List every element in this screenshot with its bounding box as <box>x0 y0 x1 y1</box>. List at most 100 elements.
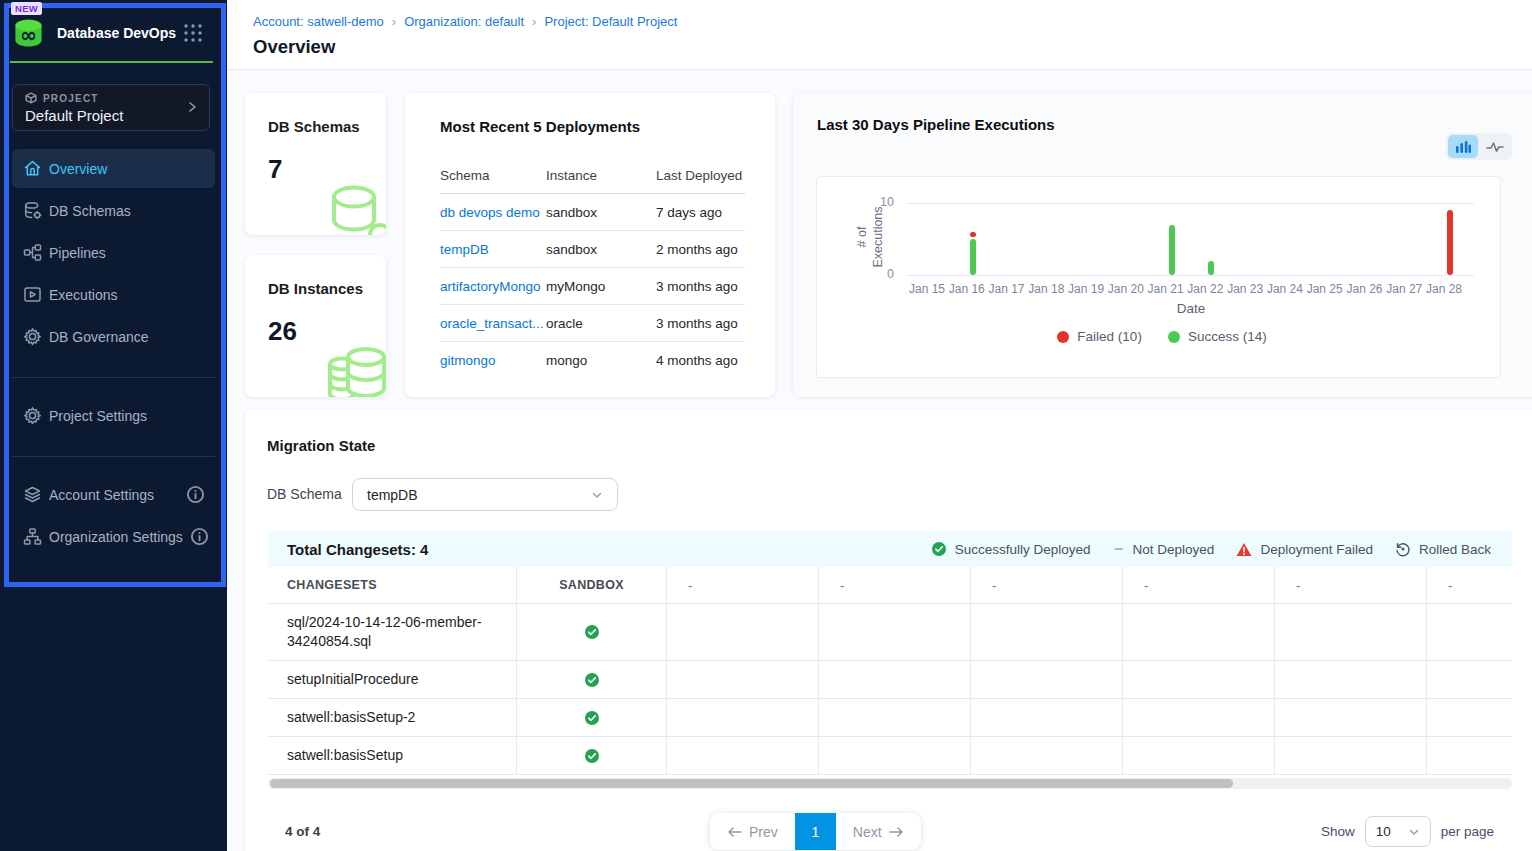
sidebar-item-db-schemas[interactable]: DB Schemas <box>12 191 215 230</box>
changeset-empty-cell <box>1123 661 1275 698</box>
changeset-name-cell: satwell:basisSetup-2 <box>268 699 517 736</box>
breadcrumb-account[interactable]: Account: satwell-demo <box>253 14 384 29</box>
sidebar-item-executions[interactable]: Executions <box>12 275 215 314</box>
changeset-name: satwell:basisSetup-2 <box>287 699 439 736</box>
page-size-select[interactable]: 10 <box>1365 816 1431 847</box>
changeset-sandbox-status-cell <box>517 661 667 698</box>
info-icon[interactable] <box>186 485 205 504</box>
deployments-col-instance: Instance <box>546 168 656 183</box>
check-circle-icon <box>584 748 600 764</box>
sidebar-item-label: Executions <box>49 287 117 303</box>
breadcrumb-separator-icon: › <box>532 14 536 29</box>
pipeline-executions-title: Last 30 Days Pipeline Executions <box>817 116 1055 133</box>
changesets-col-empty-6: - <box>1427 567 1512 603</box>
bar-success-jan-22 <box>1208 261 1214 275</box>
horizontal-scrollbar[interactable] <box>268 778 1512 789</box>
project-label: PROJECT <box>43 93 99 104</box>
warning-triangle-icon <box>1236 542 1252 557</box>
changeset-row: satwell:basisSetup <box>268 737 1512 775</box>
prev-page-button[interactable]: Prev <box>710 813 795 850</box>
pipeline-executions-card: Last 30 Days Pipeline Executions 100# of… <box>793 93 1532 397</box>
bar-chart-toggle-icon[interactable] <box>1448 135 1478 158</box>
legend-not-deployed: Not Deployed <box>1113 542 1215 557</box>
changesets-col-empty-3: - <box>971 567 1123 603</box>
sidebar-item-label: Organization Settings <box>49 529 183 545</box>
deployment-row: gitmongomongo4 months ago <box>440 342 745 379</box>
db-schema-select[interactable]: tempDB <box>352 478 618 511</box>
sidebar-item-pipelines[interactable]: Pipelines <box>12 233 215 272</box>
deployment-schema-link[interactable]: gitmongo <box>440 353 546 368</box>
breadcrumb: Account: satwell-demo › Organization: defa… <box>253 14 1532 29</box>
changeset-empty-cell <box>1427 699 1512 736</box>
y-axis-title: # of Executions <box>854 202 888 272</box>
deployment-last-deployed: 3 months ago <box>656 316 745 331</box>
apps-grid-icon[interactable] <box>184 24 202 42</box>
sidebar-item-project-settings[interactable]: Project Settings <box>12 396 215 435</box>
changeset-empty-cell <box>1275 661 1427 698</box>
legend-success-dot-icon <box>1168 331 1180 343</box>
sidebar-nav-main: OverviewDB SchemasPipelines Executions DB … <box>0 149 227 356</box>
db-schemas-count: 7 <box>268 154 386 185</box>
breadcrumb-organization[interactable]: Organization: default <box>404 14 524 29</box>
changeset-empty-cell <box>1123 737 1275 774</box>
deployment-schema-link[interactable]: oracle_transact... <box>440 316 546 331</box>
chevron-right-icon <box>185 100 199 114</box>
legend-not-deployed-label: Not Deployed <box>1133 542 1215 557</box>
topbar: Account: satwell-demo › Organization: defa… <box>227 0 1532 70</box>
bar-success-jan-21 <box>1169 225 1175 275</box>
deployment-schema-link[interactable]: tempDB <box>440 242 546 257</box>
sidebar-item-overview[interactable]: Overview <box>12 149 215 188</box>
breadcrumb-project[interactable]: Project: Default Project <box>544 14 677 29</box>
page-1-button[interactable]: 1 <box>795 813 836 850</box>
db-schemas-card-title: DB Schemas <box>268 118 386 135</box>
changesets-table: Total Changesets: 4 Successfully Deploye… <box>268 531 1512 775</box>
changeset-empty-cell <box>971 737 1123 774</box>
next-page-button[interactable]: Next <box>836 813 921 850</box>
deployment-row: oracle_transact...oracle3 months ago <box>440 305 745 342</box>
deployment-schema-link[interactable]: db devops demo <box>440 205 546 220</box>
changeset-empty-cell <box>819 699 971 736</box>
changesets-col-empty-1: - <box>667 567 819 603</box>
legend-rolled-back: Rolled Back <box>1395 541 1491 557</box>
info-icon[interactable] <box>190 527 209 546</box>
changeset-empty-cell <box>1275 737 1427 774</box>
db-schema-label: DB Schema <box>267 478 342 511</box>
horizontal-scrollbar-thumb[interactable] <box>270 779 1233 788</box>
changeset-sandbox-status-cell <box>517 604 667 660</box>
project-selector[interactable]: PROJECT Default Project <box>12 84 210 131</box>
executions-plot: 100# of ExecutionsJan 15Jan 16Jan 17Jan … <box>816 176 1501 378</box>
db-schemas-icon <box>23 201 42 220</box>
db-schemas-card: DB Schemas 7 <box>245 93 386 235</box>
changeset-empty-cell <box>667 604 819 660</box>
main-area: Account: satwell-demo › Organization: defa… <box>227 0 1532 851</box>
deployments-col-last-deployed: Last Deployed <box>656 168 745 183</box>
deployment-instance: myMongo <box>546 279 656 294</box>
changeset-empty-cell <box>667 661 819 698</box>
sidebar-divider <box>12 377 215 378</box>
sidebar-item-organization-settings[interactable]: Organization Settings <box>12 517 215 556</box>
sidebar-item-account-settings[interactable]: Account Settings <box>12 475 215 514</box>
db-governance-icon <box>23 327 42 346</box>
legend-successfully-deployed: Successfully Deployed <box>931 541 1091 557</box>
row-count-label: 4 of 4 <box>285 824 320 839</box>
deployment-instance: sandbox <box>546 242 656 257</box>
deployment-row: tempDBsandbox2 months ago <box>440 231 745 268</box>
database-icon <box>327 182 386 235</box>
database-stack-icon <box>325 342 386 397</box>
executions-icon <box>23 285 42 304</box>
changeset-name-cell: setupInitialProcedure <box>268 661 517 698</box>
changeset-empty-cell <box>1275 699 1427 736</box>
changeset-sandbox-status-cell <box>517 737 667 774</box>
deployment-schema-link[interactable]: artifactoryMongo <box>440 279 546 294</box>
chart-type-toggle <box>1446 133 1512 160</box>
changeset-empty-cell <box>1123 699 1275 736</box>
check-circle-icon <box>584 710 600 726</box>
sidebar-item-db-governance[interactable]: DB Governance <box>12 317 215 356</box>
changesets-header-row: CHANGESETSSANDBOX------ <box>268 567 1512 604</box>
check-circle-icon <box>584 624 600 640</box>
deployment-last-deployed: 3 months ago <box>656 279 745 294</box>
changeset-empty-cell <box>1427 737 1512 774</box>
line-chart-toggle-icon[interactable] <box>1480 135 1510 158</box>
deployment-last-deployed: 4 months ago <box>656 353 745 368</box>
changeset-empty-cell <box>1427 604 1512 660</box>
